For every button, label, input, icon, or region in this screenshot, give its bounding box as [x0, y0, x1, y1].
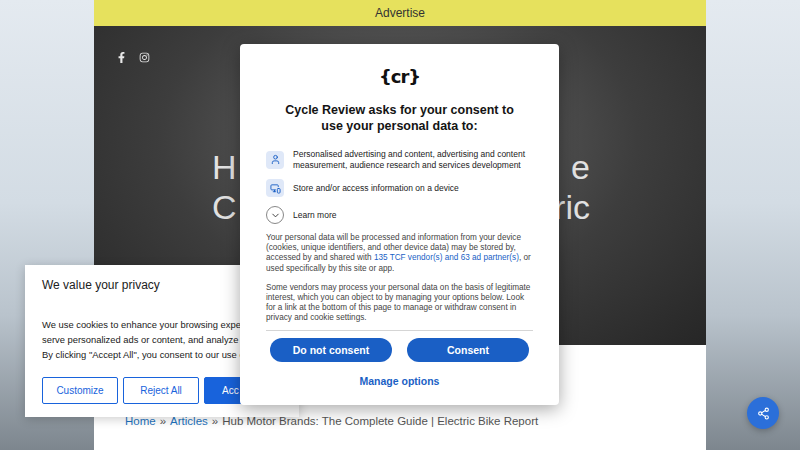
advertise-bar[interactable]: Advertise	[94, 0, 706, 26]
share-button[interactable]	[747, 397, 779, 429]
manage-options-link[interactable]: Manage options	[360, 375, 440, 387]
device-icon	[270, 183, 281, 194]
cookie-banner-button[interactable]: Customize	[42, 377, 118, 404]
hero-title-fragment: ric	[554, 188, 590, 226]
consent-button[interactable]: Do not consent	[270, 338, 392, 362]
purpose-icon	[266, 151, 284, 169]
hero-title-fragment: e	[571, 148, 590, 186]
vendors-link[interactable]: 135 TCF vendor(s) and 63 ad partner(s)	[374, 253, 519, 262]
purpose-text: Store and/or access information on a dev…	[293, 183, 459, 194]
cookie-banner-button[interactable]: Reject All	[123, 377, 199, 404]
person-icon	[270, 154, 281, 165]
consent-title: Cycle Review asks for your consent to us…	[275, 102, 525, 134]
purpose-text: Personalised advertising and content, ad…	[293, 149, 533, 170]
consent-button[interactable]: Consent	[407, 338, 529, 362]
consent-modal: {cr} Cycle Review asks for your consent t…	[240, 44, 559, 405]
page: AdvertiseHeCricHome»Articles»Hub Motor B…	[0, 0, 800, 450]
share-icon	[757, 407, 770, 420]
purpose-icon	[266, 179, 284, 197]
instagram-icon[interactable]	[139, 52, 150, 63]
purpose-item: Personalised advertising and content, ad…	[266, 149, 533, 170]
divider	[266, 330, 533, 331]
consent-paragraph: Your personal data will be processed and…	[266, 233, 533, 274]
purpose-item: Store and/or access information on a dev…	[266, 179, 533, 197]
purpose-list: Personalised advertising and content, ad…	[266, 149, 533, 224]
consent-buttons: Do not consent Consent	[270, 338, 529, 362]
hero-title-fragment: C	[212, 188, 237, 226]
purpose-text: Learn more	[293, 210, 336, 221]
chevron-down-icon	[270, 210, 281, 221]
learn-more-toggle[interactable]: Learn more	[266, 206, 533, 224]
purpose-icon	[266, 206, 284, 224]
hero-title-fragment: H	[212, 148, 237, 186]
site-logo: {cr}	[379, 66, 420, 88]
consent-paragraph: Some vendors may process your personal d…	[266, 283, 533, 324]
facebook-icon[interactable]	[116, 52, 127, 63]
